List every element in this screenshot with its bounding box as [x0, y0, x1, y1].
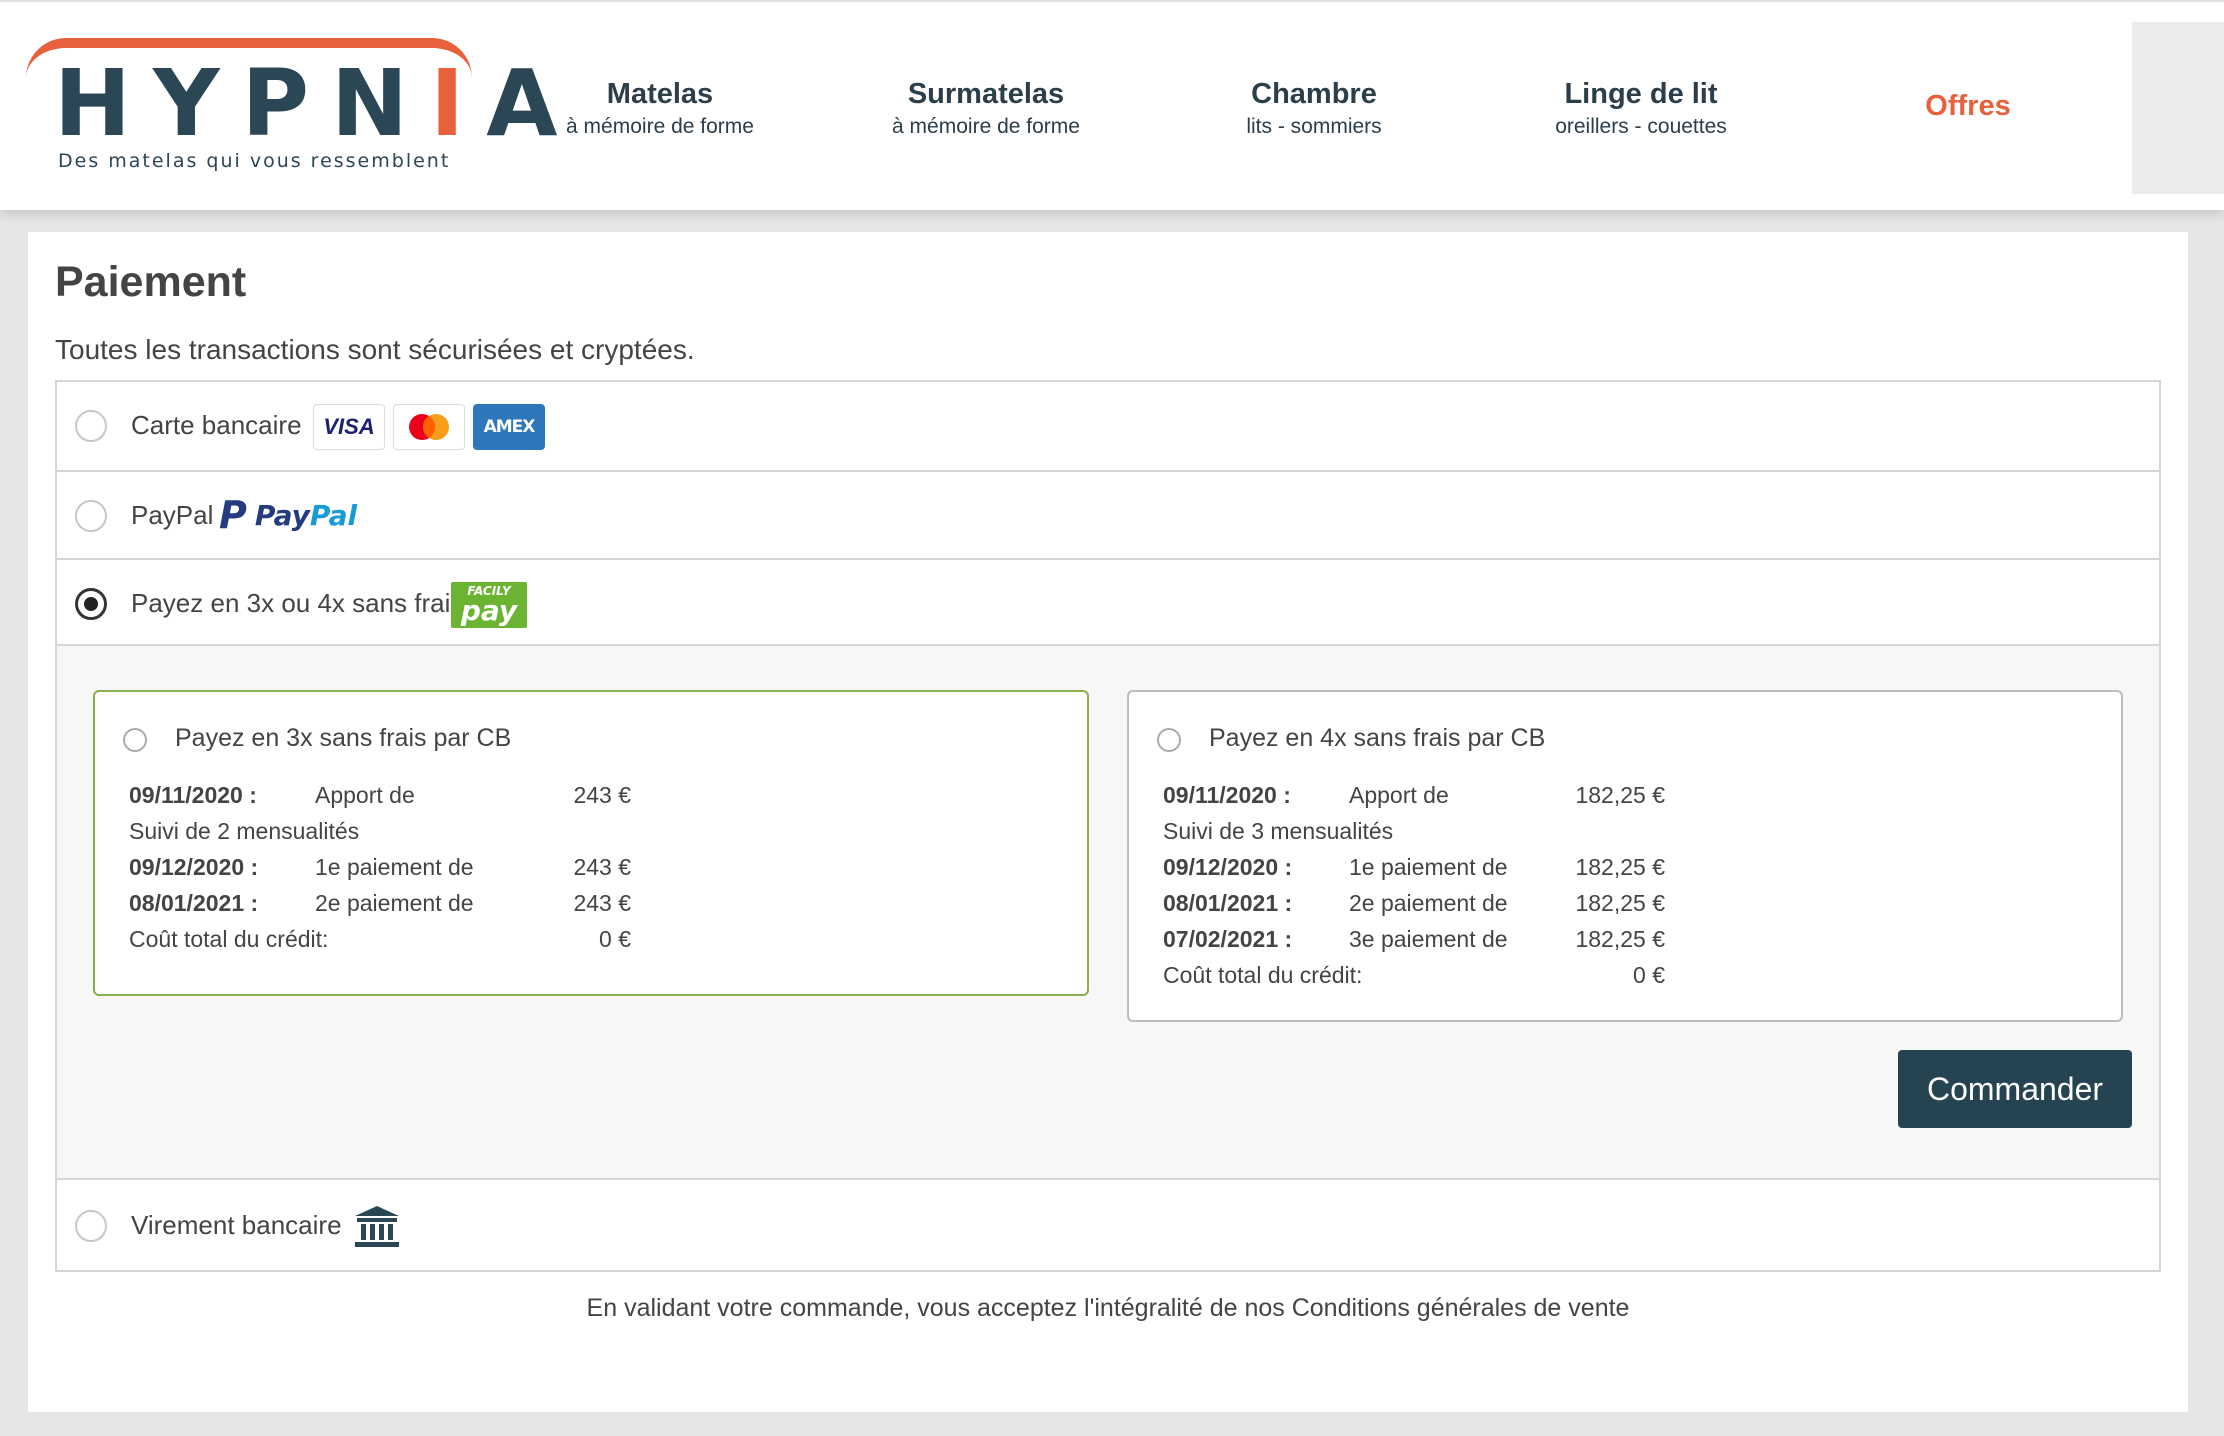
method-label: Carte bancaire: [131, 410, 302, 440]
nav-subtitle: à mémoire de forme: [892, 115, 1080, 138]
method-installments[interactable]: Payez en 3x ou 4x sans frais FACILY pay: [57, 560, 2159, 648]
radio-installments[interactable]: [75, 588, 107, 620]
radio-plan-3x[interactable]: [123, 728, 147, 752]
facilypay-main: pay: [460, 594, 518, 627]
paypal-icon: P Pay Pal: [219, 490, 357, 540]
nav-subtitle: à mémoire de forme: [566, 115, 754, 138]
row-total-amount: 0 €: [599, 926, 631, 952]
row-desc: 2e paiement de: [1349, 890, 1508, 916]
method-paypal[interactable]: PayPal P Pay Pal: [57, 472, 2159, 560]
row-amount: 182,25 €: [1575, 926, 1665, 952]
radio-bank-transfer[interactable]: [75, 1210, 107, 1242]
terms-note: En validant votre commande, vous accepte…: [586, 1294, 1630, 1322]
nav-title: Linge de lit: [1564, 78, 1718, 110]
row-desc: 1e paiement de: [315, 854, 474, 880]
row-desc: 1e paiement de: [1349, 854, 1508, 880]
nav-matelas[interactable]: Matelas à mémoire de forme: [510, 74, 810, 140]
security-note: Toutes les transactions sont sécurisées …: [55, 334, 695, 365]
row-date: 09/12/2020 :: [129, 854, 259, 880]
installment-options: Payez en 3x sans frais par CB 09/11/2020…: [57, 644, 2159, 1180]
payment-methods: Carte bancaire VISA AMEX PayPal P Pay Pa…: [55, 380, 2161, 1272]
payment-card: Paiement Toutes les transactions sont sé…: [28, 232, 2188, 1412]
row-total-amount: 0 €: [1633, 962, 1665, 988]
row-amount: 243 €: [573, 890, 631, 916]
method-label: Virement bancaire: [131, 1210, 342, 1240]
plan-title: Payez en 3x sans frais par CB: [175, 724, 512, 752]
row-date: 08/01/2021 :: [129, 890, 259, 916]
row-follow: Suivi de 2 mensualités: [129, 818, 360, 844]
logo-tagline: Des matelas qui vous ressemblent: [58, 150, 451, 172]
visa-icon: VISA: [313, 404, 385, 450]
nav-offres[interactable]: Offres: [1818, 90, 2118, 123]
radio-card[interactable]: [75, 410, 107, 442]
method-label: Payez en 3x ou 4x sans frais: [131, 588, 464, 618]
row-follow: Suivi de 3 mensualités: [1163, 818, 1394, 844]
plan-3x[interactable]: Payez en 3x sans frais par CB 09/11/2020…: [93, 690, 1089, 996]
nav-chambre[interactable]: Chambre lits - sommiers: [1164, 74, 1464, 140]
row-amount: 182,25 €: [1575, 782, 1665, 808]
amex-text: AMEX: [483, 417, 536, 437]
plan-title: Payez en 4x sans frais par CB: [1209, 724, 1546, 752]
nav-linge-de-lit[interactable]: Linge de lit oreillers - couettes: [1491, 74, 1791, 140]
method-bank-transfer[interactable]: Virement bancaire: [57, 1182, 2159, 1270]
row-amount: 243 €: [573, 854, 631, 880]
commander-button[interactable]: Commander: [1898, 1050, 2132, 1128]
nav-title: Matelas: [606, 78, 714, 110]
nav-title: Surmatelas: [907, 78, 1065, 110]
nav-surmatelas[interactable]: Surmatelas à mémoire de forme: [836, 74, 1136, 140]
amex-icon: AMEX: [473, 404, 545, 450]
site-header: HYPNIA Des matelas qui vous ressemblent …: [0, 0, 2224, 210]
method-label: PayPal: [131, 500, 214, 530]
row-date: 09/11/2020 :: [129, 782, 257, 808]
radio-paypal[interactable]: [75, 500, 107, 532]
paypal-p-mark: P: [219, 493, 247, 537]
nav-title: Chambre: [1251, 78, 1377, 110]
row-amount: 243 €: [573, 782, 631, 808]
row-total-label: Coût total du crédit:: [1163, 962, 1363, 988]
plan-4x[interactable]: Payez en 4x sans frais par CB 09/11/2020…: [1127, 690, 2123, 1022]
mastercard-circles: [409, 414, 449, 440]
hypnia-logo[interactable]: HYPNIA Des matelas qui vous ressemblent: [26, 38, 557, 178]
facilypay-icon: FACILY pay: [451, 582, 527, 628]
row-date: 08/01/2021 :: [1163, 890, 1293, 916]
row-date: 09/12/2020 :: [1163, 854, 1293, 880]
row-date: 09/11/2020 :: [1163, 782, 1291, 808]
radio-plan-4x[interactable]: [1157, 728, 1181, 752]
row-desc: 2e paiement de: [315, 890, 474, 916]
header-side-panel: [2132, 22, 2224, 194]
logo-wordmark: HYPNIA: [54, 50, 580, 157]
mastercard-icon: [393, 404, 465, 450]
bank-icon: [355, 1206, 399, 1247]
row-desc: Apport de: [315, 782, 415, 808]
page-title: Paiement: [55, 258, 247, 306]
visa-text: VISA: [323, 414, 375, 439]
row-desc: Apport de: [1349, 782, 1449, 808]
row-total-label: Coût total du crédit:: [129, 926, 329, 952]
row-amount: 182,25 €: [1575, 890, 1665, 916]
method-card[interactable]: Carte bancaire VISA AMEX: [57, 382, 2159, 472]
row-amount: 182,25 €: [1575, 854, 1665, 880]
nav-subtitle: oreillers - couettes: [1555, 115, 1727, 138]
nav-subtitle: lits - sommiers: [1246, 115, 1382, 138]
row-desc: 3e paiement de: [1349, 926, 1508, 952]
paypal-pay: Pay: [254, 498, 310, 532]
paypal-pal: Pal: [309, 498, 358, 532]
row-date: 07/02/2021 :: [1163, 926, 1293, 952]
